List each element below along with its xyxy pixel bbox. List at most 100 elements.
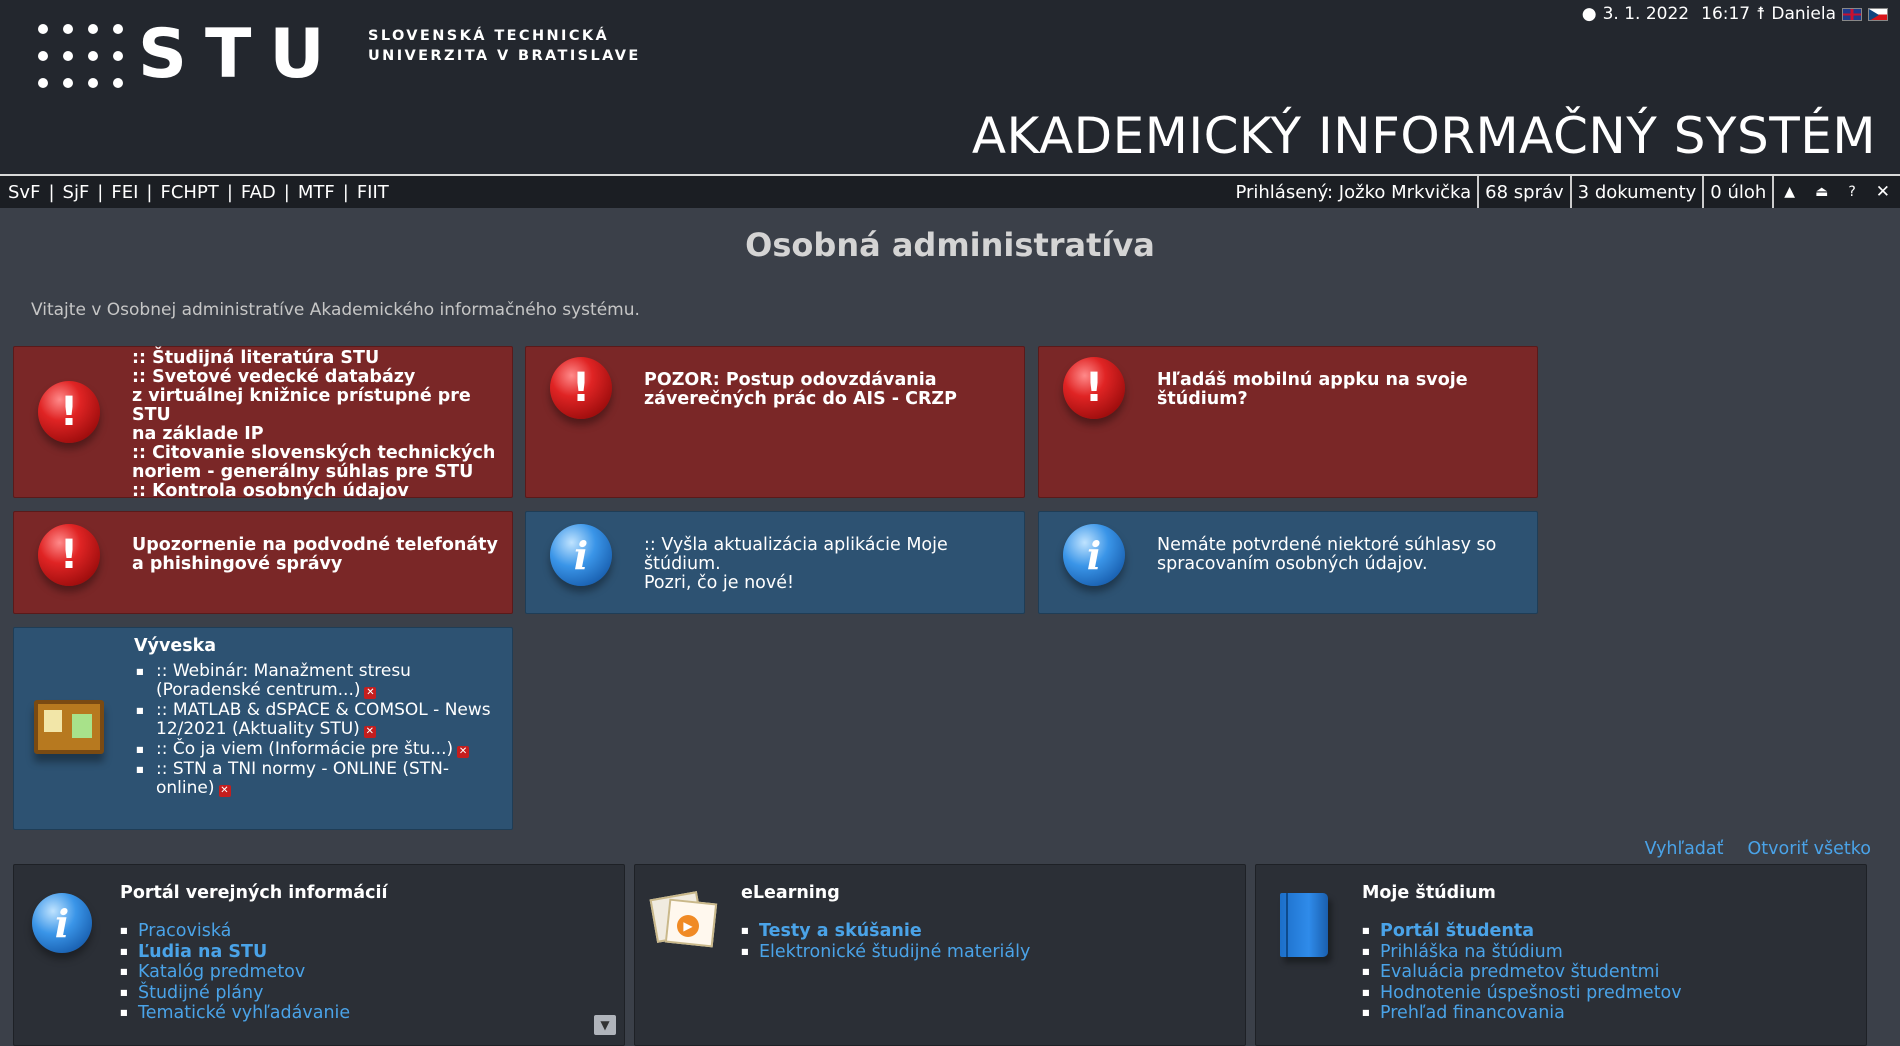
navbar: SvF | SjF | FEI | FCHPT | FAD | MTF | FIIT Pri… [0, 174, 1900, 208]
elearning-icon: ▶ [649, 891, 718, 953]
alert-icon: ! [38, 524, 100, 586]
portal-link-course-evaluation[interactable]: Evaluácia predmetov študentmi [1362, 962, 1682, 983]
chevron-down-icon[interactable]: ▼ [594, 1015, 616, 1035]
notice-line[interactable]: :: Študijná literatúra STU [132, 349, 502, 368]
messages-link[interactable]: 68 správ [1477, 176, 1570, 208]
portal-link-student-portal[interactable]: Portál študenta [1362, 921, 1682, 942]
info-consent-text[interactable]: Nemáte potvrdené niektoré súhlasy so spr… [1157, 536, 1527, 574]
notice-board-item-link[interactable]: :: MATLAB & dSPACE & COMSOL - News 12/20… [156, 700, 491, 739]
remove-icon[interactable]: ✕ [364, 687, 377, 699]
faculty-link-fei[interactable]: FEI [111, 182, 138, 203]
list-item[interactable]: :: Čo ja viem (Informácie pre štu...) ✕ [134, 740, 494, 759]
notice-board: Výveska :: Webinár: Manažment stresu (Po… [13, 627, 513, 830]
university-name: SLOVENSKÁ TECHNICKÁ UNIVERZITA V BRATISL… [368, 26, 641, 66]
info-icon: i [1063, 524, 1125, 586]
notice-phishing-text[interactable]: Upozornenie na podvodné telefonáty a phi… [132, 536, 502, 574]
stu-logo-dots[interactable] [38, 24, 124, 88]
notice-line[interactable]: noriem - generálny súhlas pre STU [132, 463, 502, 482]
list-item[interactable]: :: MATLAB & dSPACE & COMSOL - News 12/20… [134, 701, 494, 739]
notice-board-title: Výveska [134, 636, 217, 656]
portal-link-funding[interactable]: Prehľad financovania [1362, 1003, 1682, 1024]
alert-icon: ! [1063, 357, 1125, 419]
documents-link[interactable]: 3 dokumenty [1569, 176, 1703, 208]
remove-icon[interactable]: ✕ [363, 726, 376, 738]
faculty-links: SvF | SjF | FEI | FCHPT | FAD | MTF | FIIT [8, 181, 389, 203]
notice-line[interactable]: z virtuálnej knižnice prístupné pre STU [132, 387, 502, 425]
portal-link-thematic-search[interactable]: Tematické vyhľadávanie [120, 1003, 350, 1024]
portal-link-people[interactable]: Ľudia na STU [120, 942, 350, 963]
system-title: AKADEMICKÝ INFORMAČNÝ SYSTÉM [971, 107, 1876, 165]
notice-box-library[interactable]: ! :: Študijná literatúra STU :: Svetové … [13, 346, 513, 501]
notice-line[interactable]: :: Vyšla aktualizácia aplikácie Moje štú… [644, 536, 1019, 574]
portal-link-application[interactable]: Prihláška na štúdium [1362, 942, 1682, 963]
welcome-text: Vitajte v Osobnej administratíve Akademi… [31, 300, 640, 320]
list-item[interactable]: :: STN a TNI normy - ONLINE (STN-online)… [134, 760, 494, 798]
notice-line[interactable]: na základe IP [132, 425, 502, 444]
notice-line[interactable]: :: Svetové vedecké databázy [132, 368, 502, 387]
header-info: ● 3. 1. 2022 16:17 ☨ Daniela [1582, 4, 1888, 24]
faculty-link-svf[interactable]: SvF [8, 182, 40, 203]
header: STU SLOVENSKÁ TECHNICKÁ UNIVERZITA V BRA… [0, 0, 1900, 174]
book-icon [1280, 893, 1328, 957]
notice-line[interactable]: Upozornenie na podvodné telefonáty [132, 536, 502, 555]
current-time: 16:17 [1701, 4, 1751, 24]
alert-icon: ! [38, 381, 100, 443]
current-date: 3. 1. 2022 [1602, 4, 1690, 24]
tasks-link[interactable]: 0 úloh [1702, 176, 1772, 208]
portal-my-study: Moje štúdium Portál študenta Prihláška n… [1255, 864, 1867, 1046]
faculty-link-fiit[interactable]: FIIT [357, 182, 389, 203]
portal-link-study-materials[interactable]: Elektronické študijné materiály [741, 942, 1030, 963]
notice-line[interactable]: a phishingové správy [132, 555, 502, 574]
alert-icon: ! [550, 357, 612, 419]
notice-line[interactable]: Nemáte potvrdené niektoré súhlasy so [1157, 536, 1527, 555]
faculty-link-mtf[interactable]: MTF [298, 182, 335, 203]
portal-link-course-success[interactable]: Hodnotenie úspešnosti predmetov [1362, 983, 1682, 1004]
portal-link-workplaces[interactable]: Pracoviská [120, 921, 350, 942]
close-icon[interactable]: ✕ [1866, 176, 1900, 208]
stu-logo-text[interactable]: STU [138, 20, 343, 90]
notice-board-item-link[interactable]: :: STN a TNI normy - ONLINE (STN-online) [156, 759, 449, 798]
clock-icon: ● [1581, 4, 1597, 24]
notice-board-item-link[interactable]: :: Čo ja viem (Informácie pre štu...) [156, 739, 453, 759]
faculty-link-sjf[interactable]: SjF [63, 182, 90, 203]
info-box-app-update[interactable]: i :: Vyšla aktualizácia aplikácie Moje š… [525, 511, 1025, 614]
notice-thesis-text[interactable]: POZOR: Postup odovzdávania záverečných p… [644, 371, 1014, 409]
home-up-icon[interactable]: ⏏ [1805, 176, 1838, 208]
portal-link-course-catalog[interactable]: Katalóg predmetov [120, 962, 350, 983]
notice-line[interactable]: Hľadáš mobilnú appku na svoje [1157, 371, 1527, 390]
portal-title: Moje štúdium [1362, 883, 1496, 903]
notice-box-thesis[interactable]: ! POZOR: Postup odovzdávania záverečných… [525, 346, 1025, 498]
info-box-consent[interactable]: i Nemáte potvrdené niektoré súhlasy so s… [1038, 511, 1538, 614]
notice-line[interactable]: :: Kontrola osobných údajov [132, 482, 502, 501]
portal-link-tests[interactable]: Testy a skúšanie [741, 921, 1030, 942]
remove-icon[interactable]: ✕ [457, 746, 470, 758]
notice-box-mobile-app[interactable]: ! Hľadáš mobilnú appku na svoje štúdium? [1038, 346, 1538, 498]
notice-library-text[interactable]: :: Študijná literatúra STU :: Svetové ve… [132, 349, 502, 501]
notice-line[interactable]: štúdium? [1157, 390, 1527, 409]
faculty-link-fad[interactable]: FAD [241, 182, 276, 203]
portal-title: Portál verejných informácií [120, 883, 388, 903]
notice-mobile-app-text[interactable]: Hľadáš mobilnú appku na svoje štúdium? [1157, 371, 1527, 409]
notice-line[interactable]: spracovaním osobných údajov. [1157, 555, 1527, 574]
portal-links: Portál študenta Prihláška na štúdium Eva… [1362, 921, 1682, 1024]
page-title: Osobná administratíva [745, 226, 1155, 264]
info-app-update-text[interactable]: :: Vyšla aktualizácia aplikácie Moje štú… [644, 536, 1019, 593]
arrow-up-icon[interactable]: ▲ [1772, 176, 1805, 208]
info-icon: i [32, 893, 92, 953]
notice-line[interactable]: Pozri, čo je nové! [644, 574, 1019, 593]
help-icon[interactable]: ? [1838, 176, 1865, 208]
search-link[interactable]: Vyhľadať [1645, 839, 1724, 859]
remove-icon[interactable]: ✕ [218, 785, 231, 797]
faculty-link-fchpt[interactable]: FCHPT [161, 182, 219, 203]
czech-flag-icon[interactable] [1868, 7, 1888, 21]
notice-box-phishing[interactable]: ! Upozornenie na podvodné telefonáty a p… [13, 511, 513, 614]
portal-link-study-plans[interactable]: Študijné plány [120, 983, 350, 1004]
notice-line[interactable]: záverečných prác do AIS - CRZP [644, 390, 1014, 409]
info-icon: i [550, 524, 612, 586]
open-all-link[interactable]: Otvoriť všetko [1748, 839, 1872, 859]
list-item[interactable]: :: Webinár: Manažment stresu (Poradenské… [134, 662, 494, 700]
english-flag-icon[interactable] [1842, 7, 1862, 21]
notice-line[interactable]: POZOR: Postup odovzdávania [644, 371, 1014, 390]
notice-line[interactable]: :: Citovanie slovenských technických [132, 444, 502, 463]
logged-in-user[interactable]: Prihlásený: Jožko Mrkvička [1229, 176, 1477, 208]
